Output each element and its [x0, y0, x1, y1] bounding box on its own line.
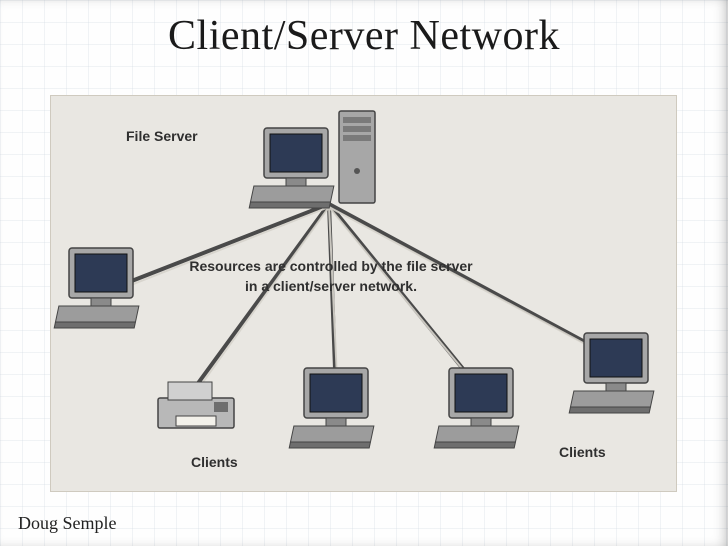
client-workstation-icon: [434, 368, 519, 448]
server-tower-icon: [339, 111, 375, 203]
client-workstation-icon: [569, 333, 654, 413]
slide-title: Client/Server Network: [0, 12, 728, 60]
client-workstation-icon: [289, 368, 374, 448]
clients-label-left: Clients: [191, 454, 238, 470]
clients-label-right: Clients: [559, 444, 606, 460]
diagram-caption-line1: Resources are controlled by the file ser…: [141, 258, 521, 274]
network-diagram: File Server Resources are controlled by …: [50, 95, 677, 492]
slide-footer: Doug Semple: [18, 513, 117, 534]
file-server-icon: [249, 128, 334, 208]
client-workstation-icon: [54, 248, 139, 328]
diagram-caption-line2: in a client/server network.: [141, 278, 521, 294]
slide: Client/Server Network: [0, 0, 728, 546]
file-server-label: File Server: [126, 128, 198, 144]
client-printer-icon: [158, 382, 234, 428]
